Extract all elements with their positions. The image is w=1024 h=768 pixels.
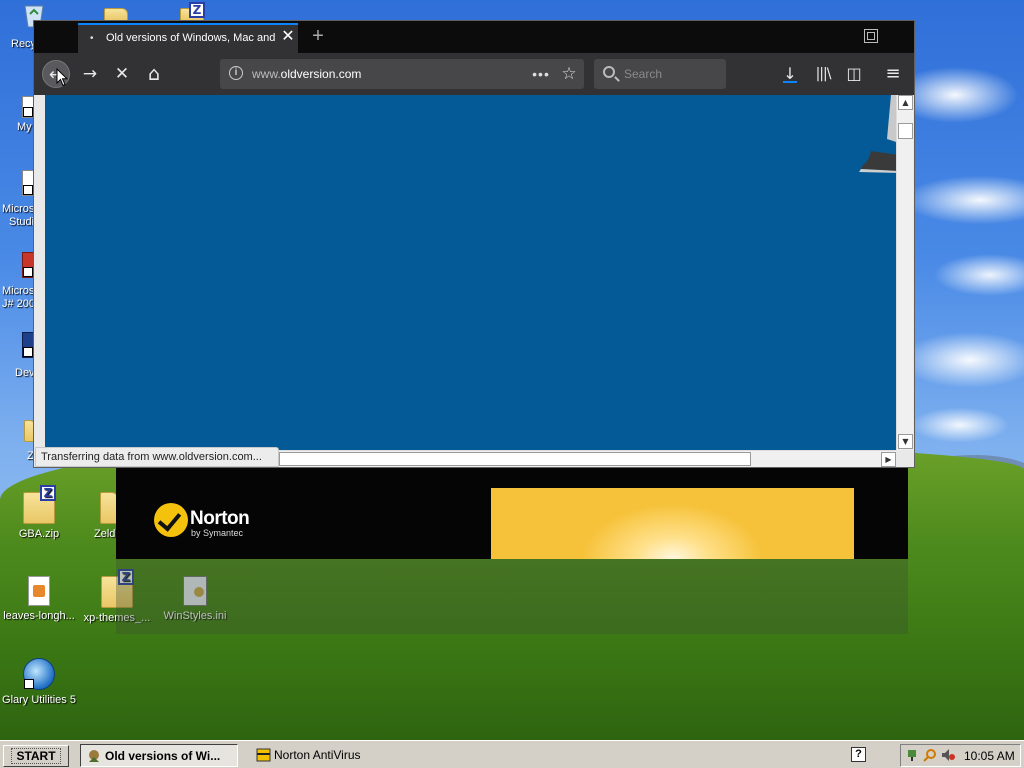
gnome-icon bbox=[89, 750, 99, 762]
norton-logo: Norton by Symantec bbox=[154, 503, 254, 541]
clock: 10:05 AM bbox=[964, 749, 1015, 763]
page-actions-icon[interactable]: ••• bbox=[530, 63, 552, 85]
search-icon bbox=[603, 66, 615, 78]
status-panel: Transferring data from www.oldversion.co… bbox=[35, 447, 279, 467]
taskbar: START Old versions of Wi... Norton AntiV… bbox=[0, 740, 1024, 768]
glary-utilities-icon bbox=[23, 658, 55, 690]
url-domain: oldversion.com bbox=[280, 67, 362, 81]
taskbar-item-browser[interactable]: Old versions of Wi... bbox=[80, 744, 238, 767]
downloads-icon[interactable]: ↓ bbox=[776, 60, 804, 88]
taskbar-item-label: Norton AntiVirus bbox=[274, 748, 361, 762]
home-button[interactable]: ⌂ bbox=[140, 60, 168, 88]
tab-title: Old versions of Windows, Mac and bbox=[106, 32, 276, 44]
start-label: START bbox=[11, 748, 61, 764]
sidebar-icon[interactable]: ◫ bbox=[840, 60, 868, 88]
vertical-scroll-thumb[interactable] bbox=[898, 123, 913, 139]
window-restore-button[interactable] bbox=[864, 29, 878, 43]
desktop-icon-dev-label: Dev bbox=[15, 367, 35, 379]
shortcut-arrow-icon bbox=[23, 267, 33, 277]
desktop-icon-label: Glary Utilities 5 bbox=[2, 694, 76, 706]
start-button[interactable]: START bbox=[3, 745, 69, 767]
desktop-icon-recycle-bin[interactable] bbox=[0, 2, 44, 32]
scroll-up-arrow-icon[interactable]: ▲ bbox=[898, 95, 913, 110]
tab-oldversion[interactable]: • Old versions of Windows, Mac and ✕ bbox=[78, 23, 298, 53]
desktop-icon-label: Zeld bbox=[94, 528, 116, 540]
zip-badge-icon: Z bbox=[40, 485, 56, 501]
desktop-icon-visual-studio-label-2: Studi bbox=[9, 216, 35, 228]
forward-button[interactable]: → bbox=[76, 60, 104, 88]
navigation-toolbar: ← → ✕ ⌂ i www.oldversion.com ••• ☆ ↓ |||… bbox=[34, 53, 914, 95]
ad-person-graphic bbox=[859, 95, 896, 173]
desktop-icon-visual-studio-label-1: Micros bbox=[2, 203, 35, 215]
search-input[interactable] bbox=[624, 66, 720, 82]
mouse-cursor-icon bbox=[56, 68, 68, 87]
shortcut-arrow-icon bbox=[24, 679, 34, 689]
norton-box-icon bbox=[256, 748, 271, 762]
tab-loading-indicator: • bbox=[90, 33, 94, 44]
site-info-icon[interactable]: i bbox=[229, 66, 243, 80]
desktop-icon-zeld[interactable]: Zeld bbox=[78, 492, 118, 540]
scroll-right-arrow-icon[interactable]: ▶ bbox=[881, 452, 896, 467]
tab-close-icon[interactable]: ✕ bbox=[279, 28, 297, 46]
system-tray: 10:05 AM bbox=[900, 744, 1021, 767]
volume-tray-icon[interactable] bbox=[941, 748, 955, 762]
ad-window-shadow bbox=[116, 559, 908, 634]
taskbar-item-norton[interactable]: Norton AntiVirus bbox=[250, 744, 410, 767]
desktop-icon-jsharp-label-2: J# 200 bbox=[2, 298, 36, 310]
desktop-icon-label: leaves-longh... bbox=[3, 610, 75, 622]
hamburger-menu-icon[interactable]: ≡ bbox=[879, 60, 907, 88]
horizontal-scrollbar[interactable]: ▶ bbox=[279, 450, 896, 467]
stop-button[interactable]: ✕ bbox=[108, 60, 136, 88]
ad-sunrise-banner bbox=[491, 488, 854, 559]
desktop-icon-my-computer-label: My bbox=[17, 121, 32, 133]
norton-subtitle: by Symantec bbox=[191, 528, 244, 538]
horizontal-scroll-thumb[interactable] bbox=[279, 452, 751, 466]
scroll-down-arrow-icon[interactable]: ▼ bbox=[898, 434, 913, 449]
browser-window: • Old versions of Windows, Mac and ✕ + ←… bbox=[33, 20, 915, 468]
page-viewport: ▲ ▼ ▶ Transferring data from www.oldvers… bbox=[34, 95, 914, 467]
shortcut-arrow-icon bbox=[23, 347, 33, 357]
url-prefix: www. bbox=[252, 67, 281, 81]
zip-folder-icon: Z bbox=[23, 485, 56, 524]
desktop-icon-jsharp-label-1: Micros bbox=[2, 285, 35, 297]
page-content-area[interactable] bbox=[45, 95, 896, 450]
new-tab-button[interactable]: + bbox=[306, 25, 330, 49]
shortcut-arrow-icon bbox=[23, 185, 33, 195]
library-icon[interactable]: |||\ bbox=[809, 60, 837, 88]
url-text: www.oldversion.com bbox=[252, 67, 361, 81]
url-bar[interactable]: i www.oldversion.com ••• ☆ bbox=[220, 59, 584, 89]
shortcut-arrow-icon bbox=[23, 107, 33, 117]
search-bar[interactable] bbox=[594, 59, 726, 89]
image-file-icon bbox=[28, 576, 50, 606]
desktop-icon-label: GBA.zip bbox=[18, 528, 60, 540]
bookmark-star-icon[interactable]: ☆ bbox=[558, 63, 580, 85]
zip-badge-icon: Z bbox=[189, 2, 205, 18]
network-tray-icon[interactable] bbox=[906, 748, 920, 762]
desktop-icon-leaves[interactable]: leaves-longh... bbox=[0, 576, 78, 622]
norton-check-icon bbox=[154, 503, 188, 537]
taskbar-item-label: Old versions of Wi... bbox=[105, 749, 221, 763]
norton-brand: Norton bbox=[190, 508, 250, 529]
search-tray-icon[interactable] bbox=[923, 748, 937, 762]
desktop-icon-glary-utilities[interactable]: Glary Utilities 5 bbox=[0, 658, 78, 706]
help-icon[interactable]: ? bbox=[851, 747, 866, 762]
vertical-scrollbar[interactable]: ▲ ▼ bbox=[896, 95, 913, 450]
tab-strip: • Old versions of Windows, Mac and ✕ + bbox=[34, 21, 914, 53]
desktop-icon-gba-zip[interactable]: Z GBA.zip bbox=[0, 485, 78, 540]
